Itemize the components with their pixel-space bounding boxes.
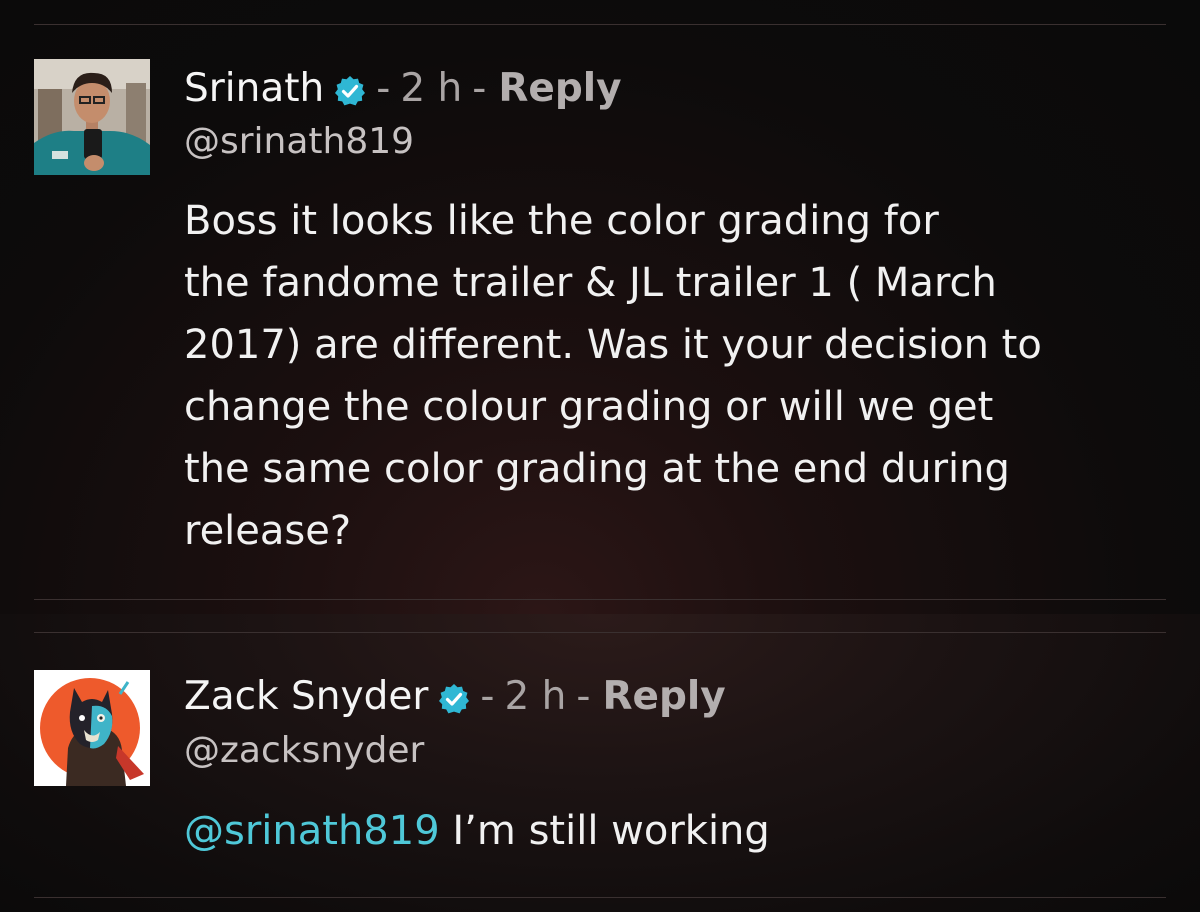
reply-button[interactable]: Reply bbox=[602, 674, 725, 719]
author-handle[interactable]: @zacksnyder bbox=[184, 730, 424, 771]
author-name[interactable]: Srinath bbox=[184, 66, 324, 111]
comment-body-line: 2017) are different. Was it your decisio… bbox=[184, 322, 1042, 368]
comment-body-line: Boss it looks like the color grading for bbox=[184, 198, 939, 244]
avatar-srinath-image bbox=[34, 59, 150, 175]
comment-body-text: I’m still working bbox=[452, 808, 770, 854]
verified-badge-icon bbox=[334, 72, 366, 106]
separator: - bbox=[576, 673, 591, 719]
comment-body-line: @srinath819 I’m still working bbox=[184, 800, 1174, 862]
comment-body-line: change the colour grading or will we get bbox=[184, 384, 994, 430]
avatar-zacksnyder-image bbox=[34, 670, 150, 786]
comment-header: Srinath - 2 h - Reply bbox=[184, 60, 622, 116]
divider bbox=[34, 897, 1166, 898]
verified-badge-icon bbox=[438, 680, 470, 714]
separator: - bbox=[376, 65, 391, 111]
divider bbox=[34, 599, 1166, 600]
comment-body-line: the fandome trailer & JL trailer 1 ( Mar… bbox=[184, 260, 997, 306]
separator: - bbox=[480, 673, 495, 719]
divider bbox=[34, 632, 1166, 633]
avatar-zacksnyder[interactable] bbox=[34, 670, 150, 786]
avatar-srinath[interactable] bbox=[34, 59, 150, 175]
author-handle[interactable]: @srinath819 bbox=[184, 121, 414, 162]
comment-header: Zack Snyder - 2 h - Reply bbox=[184, 668, 726, 724]
mention-link[interactable]: @srinath819 bbox=[184, 808, 440, 854]
reply-button[interactable]: Reply bbox=[498, 66, 621, 111]
divider bbox=[34, 24, 1166, 25]
separator: - bbox=[472, 65, 487, 111]
comment-zacksnyder: Zack Snyder - 2 h - Reply @zacksnyder @s… bbox=[0, 614, 1200, 912]
comment-thread: Srinath - 2 h - Reply @srinath819 Boss i… bbox=[0, 0, 1200, 912]
author-name[interactable]: Zack Snyder bbox=[184, 674, 428, 719]
comment-body-line: release? bbox=[184, 508, 352, 554]
comment-body: @srinath819 I’m still working bbox=[184, 800, 1174, 862]
comment-srinath: Srinath - 2 h - Reply @srinath819 Boss i… bbox=[0, 0, 1200, 614]
comment-body: Boss it looks like the color grading for… bbox=[184, 190, 1174, 562]
comment-body-line: the same color grading at the end during bbox=[184, 446, 1010, 492]
timestamp: 2 h bbox=[504, 673, 567, 719]
timestamp: 2 h bbox=[400, 65, 463, 111]
